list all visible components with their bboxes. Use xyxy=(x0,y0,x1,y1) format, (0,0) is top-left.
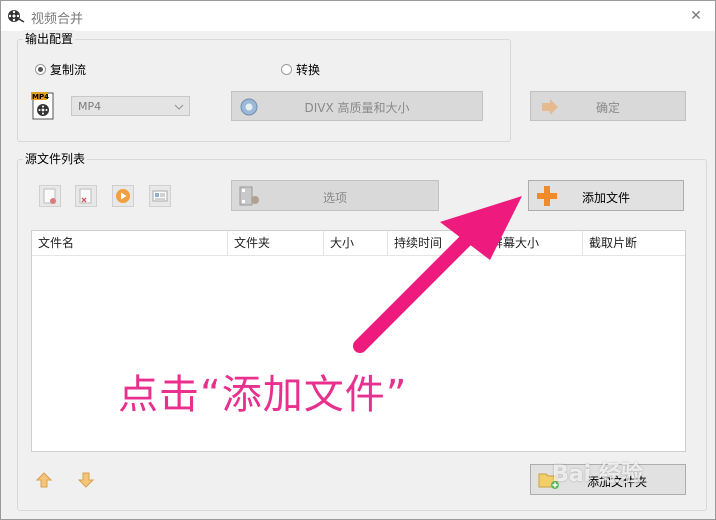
format-select-value: MP4 xyxy=(78,100,102,113)
confirm-button[interactable]: 确定 xyxy=(530,91,686,121)
output-config-legend: 输出配置 xyxy=(23,30,76,47)
column-header-folder[interactable]: 文件夹 xyxy=(228,231,324,255)
mp4-file-icon: MP4 xyxy=(31,92,54,120)
video-merge-window: 视频合并 ✕ 输出配置 复制流 转换 MP4 MP4 DIVX 高质量和大小 确… xyxy=(0,0,716,520)
move-up-icon[interactable] xyxy=(35,471,53,489)
preset-button-label: DIVX 高质量和大小 xyxy=(304,101,410,115)
preset-button[interactable]: DIVX 高质量和大小 xyxy=(231,91,483,121)
column-header-filename[interactable]: 文件名 xyxy=(32,231,228,255)
column-header-clip[interactable]: 截取片断 xyxy=(583,231,685,255)
close-button[interactable]: ✕ xyxy=(687,7,705,25)
clear-list-icon xyxy=(79,188,92,204)
options-button-label: 选项 xyxy=(322,191,347,205)
title-bar: 视频合并 ✕ xyxy=(1,1,715,31)
info-button[interactable] xyxy=(149,185,171,207)
format-select[interactable]: MP4 xyxy=(71,96,190,116)
remove-file-button[interactable] xyxy=(39,185,61,207)
svg-text:MP4: MP4 xyxy=(32,93,49,101)
copy-stream-label: 复制流 xyxy=(50,63,87,77)
chevron-down-icon xyxy=(174,104,184,110)
confirm-button-label: 确定 xyxy=(595,101,620,115)
annotation-text: 点击“添加文件” xyxy=(118,372,408,418)
column-header-duration[interactable]: 持续时间 xyxy=(388,231,485,255)
convert-radio[interactable]: 转换 xyxy=(281,61,320,78)
table-header: 文件名 文件夹 大小 持续时间 屏幕大小 截取片断 xyxy=(32,231,685,256)
column-header-size[interactable]: 大小 xyxy=(324,231,388,255)
info-card-icon xyxy=(152,190,168,202)
close-icon: ✕ xyxy=(690,8,702,24)
source-files-legend: 源文件列表 xyxy=(23,150,88,167)
convert-label: 转换 xyxy=(296,63,321,77)
radio-dot-convert xyxy=(281,64,292,75)
add-file-button[interactable]: 添加文件 xyxy=(528,180,684,211)
move-down-icon[interactable] xyxy=(77,471,95,489)
clear-list-button[interactable] xyxy=(75,185,97,207)
add-file-button-label: 添加文件 xyxy=(581,191,630,205)
options-button[interactable]: 选项 xyxy=(231,180,439,211)
radio-dot-copy xyxy=(35,64,46,75)
window-title: 视频合并 xyxy=(31,12,84,27)
copy-stream-radio[interactable]: 复制流 xyxy=(35,61,86,78)
column-header-screen-size[interactable]: 屏幕大小 xyxy=(485,231,583,255)
play-button[interactable] xyxy=(112,185,134,207)
play-icon xyxy=(116,189,130,203)
watermark-text: Bai 经验 xyxy=(552,462,643,487)
film-reel-icon xyxy=(8,10,25,23)
remove-file-icon xyxy=(43,188,56,204)
